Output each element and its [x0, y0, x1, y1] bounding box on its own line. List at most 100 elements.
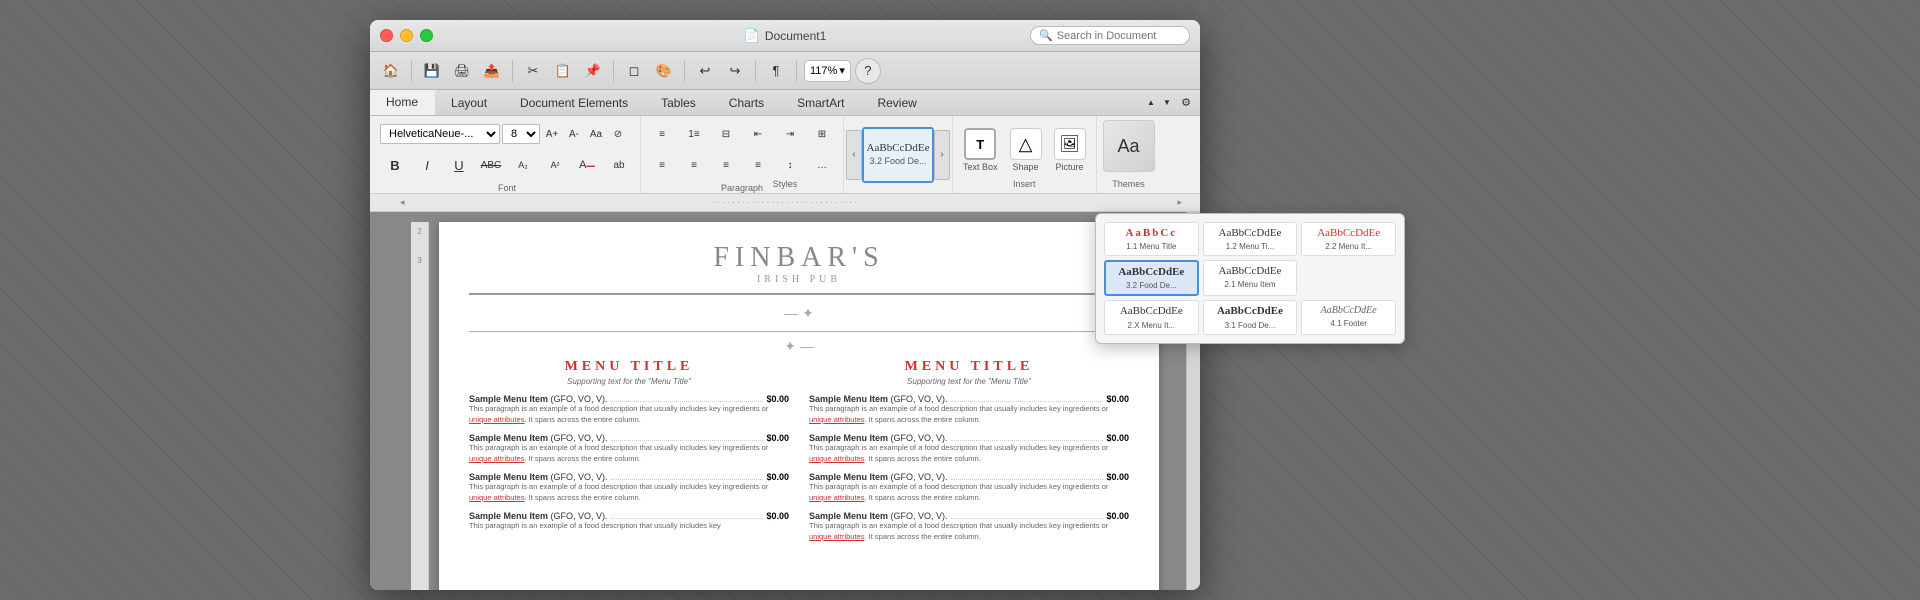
- italic-btn[interactable]: I: [412, 151, 442, 179]
- tab-layout[interactable]: Layout: [435, 90, 504, 115]
- popup-style-menu-ti-2[interactable]: AaBbCcDdEe 1.2 Menu Ti...: [1203, 222, 1298, 256]
- ribbon-scroll-down-btn[interactable]: ▼: [1160, 96, 1174, 110]
- popup-label-menu-title: 1.1 Menu Title: [1109, 242, 1194, 251]
- toolbar-cut-btn[interactable]: ✂: [520, 58, 546, 84]
- columns-btn[interactable]: ⊞: [807, 120, 837, 148]
- popup-preview-menu-title: AaBbCc: [1109, 227, 1194, 240]
- item-desc-left-2: This paragraph is an example of a food d…: [469, 443, 789, 464]
- styles-group-label: Styles: [773, 175, 798, 189]
- superscript-btn[interactable]: A²: [540, 151, 570, 179]
- insert-textbox-btn[interactable]: T Text Box: [959, 126, 1002, 174]
- search-box[interactable]: 🔍: [1030, 26, 1190, 45]
- toolbar-paragraph-btn[interactable]: ¶: [763, 58, 789, 84]
- outline-btn[interactable]: ⊟: [711, 120, 741, 148]
- dots-left-4: [611, 518, 764, 519]
- item-title-right-2: Sample Menu Item (GFO, VO, V).: [809, 433, 948, 443]
- tab-document-elements[interactable]: Document Elements: [504, 90, 645, 115]
- bold-btn[interactable]: B: [380, 151, 410, 179]
- font-clear-btn[interactable]: ⊘: [608, 120, 628, 148]
- menu-item-left-2: Sample Menu Item (GFO, VO, V). $0.00 Thi…: [469, 433, 789, 464]
- popup-preview-menu-item-21: AaBbCcDdEe: [1208, 265, 1293, 278]
- zoom-chevron-icon: ▾: [839, 64, 845, 77]
- toolbar-undo-btn[interactable]: ↩: [692, 58, 718, 84]
- subscript-btn[interactable]: A₂: [508, 151, 538, 179]
- item-title-left-3: Sample Menu Item (GFO, VO, V).: [469, 472, 608, 482]
- popup-style-menu-item-21[interactable]: AaBbCcDdEe 2.1 Menu Item: [1203, 260, 1298, 296]
- font-increase-btn[interactable]: A+: [542, 120, 562, 148]
- tab-tables[interactable]: Tables: [645, 90, 713, 115]
- align-center-btn[interactable]: ≡: [679, 151, 709, 179]
- popup-style-food-de-31[interactable]: AaBbCcDdEe 3.1 Food De...: [1203, 300, 1298, 334]
- dots-left-3: [611, 479, 764, 480]
- font-case-btn[interactable]: Aa: [586, 120, 606, 148]
- styles-next-btn[interactable]: ›: [934, 130, 950, 180]
- title-bar: 📄 Document1 🔍: [370, 20, 1200, 52]
- toolbar-home-btn[interactable]: 🏠: [378, 58, 404, 84]
- toolbar-color-btn[interactable]: 🎨: [651, 58, 677, 84]
- ribbon-group-paragraph: ≡ 1≡ ⊟ ⇤ ⇥ ⊞ ≡ ≡ ≡ ≡ ↕ … Paragraph: [641, 116, 844, 193]
- toolbar-export-btn[interactable]: 📤: [479, 58, 505, 84]
- insert-picture-btn[interactable]: 🖼 Picture: [1050, 126, 1090, 174]
- zoom-dropdown[interactable]: 117% ▾: [804, 60, 851, 82]
- price-line-left-2: Sample Menu Item (GFO, VO, V). $0.00: [469, 433, 789, 443]
- popup-label-food-de-32: 3.2 Food De...: [1110, 281, 1193, 290]
- paper-col-right: MENU TITLE Supporting text for the "Menu…: [809, 359, 1129, 550]
- menu-item-right-4: Sample Menu Item (GFO, VO, V). $0.00 Thi…: [809, 511, 1129, 542]
- shape-label: Shape: [1013, 162, 1039, 172]
- popup-style-menu-title[interactable]: AaBbCc 1.1 Menu Title: [1104, 222, 1199, 256]
- item-title-right-4: Sample Menu Item (GFO, VO, V).: [809, 511, 948, 521]
- toolbar-redo-btn[interactable]: ↪: [722, 58, 748, 84]
- style-preview-1: AaBbCcDdEe: [867, 143, 930, 154]
- justify-btn[interactable]: ≡: [743, 151, 773, 179]
- menu-title-left: MENU TITLE: [469, 359, 789, 375]
- popup-style-food-de-32[interactable]: AaBbCcDdEe 3.2 Food De...: [1104, 260, 1199, 296]
- price-left-2: $0.00: [766, 433, 789, 443]
- toolbar-help-btn[interactable]: ?: [855, 58, 881, 84]
- numbered-list-btn[interactable]: 1≡: [679, 120, 709, 148]
- minimize-button[interactable]: [400, 29, 413, 42]
- indent-increase-btn[interactable]: ⇥: [775, 120, 805, 148]
- align-right-btn[interactable]: ≡: [711, 151, 741, 179]
- bullets-btn[interactable]: ≡: [647, 120, 677, 148]
- toolbar-save-btn[interactable]: 💾: [419, 58, 445, 84]
- maximize-button[interactable]: [420, 29, 433, 42]
- item-title-left-4: Sample Menu Item (GFO, VO, V).: [469, 511, 608, 521]
- font-name-select[interactable]: HelveticaNeue-...: [380, 124, 500, 144]
- toolbar-paste-btn[interactable]: 📌: [580, 58, 606, 84]
- tab-home[interactable]: Home: [370, 90, 435, 115]
- font-color-btn[interactable]: A___: [572, 151, 602, 179]
- insert-shape-btn[interactable]: △ Shape: [1006, 126, 1046, 174]
- strikethrough-btn[interactable]: ABC: [476, 151, 506, 179]
- picture-label: Picture: [1056, 162, 1084, 172]
- toolbar-print-btn[interactable]: 🖨: [449, 58, 475, 84]
- tab-smartart[interactable]: SmartArt: [781, 90, 861, 115]
- styles-prev-btn[interactable]: ‹: [846, 130, 862, 180]
- toolbar-copy-btn[interactable]: 📋: [550, 58, 576, 84]
- style-item-food-de[interactable]: AaBbCcDdEe 3.2 Food De...: [862, 127, 934, 183]
- highlight-btn[interactable]: ab: [604, 151, 634, 179]
- ribbon-scroll-up-btn[interactable]: ▲: [1144, 96, 1158, 110]
- price-line-right-3: Sample Menu Item (GFO, VO, V). $0.00: [809, 472, 1129, 482]
- align-left-btn[interactable]: ≡: [647, 151, 677, 179]
- tab-charts[interactable]: Charts: [713, 90, 781, 115]
- font-decrease-btn[interactable]: A-: [564, 120, 584, 148]
- toolbar-shapes-btn[interactable]: ◻: [621, 58, 647, 84]
- item-desc-right-3: This paragraph is an example of a food d…: [809, 482, 1129, 503]
- close-button[interactable]: [380, 29, 393, 42]
- font-size-select[interactable]: 8: [502, 124, 540, 144]
- search-input[interactable]: [1057, 30, 1177, 42]
- popup-style-menu-it-22[interactable]: AaBbCcDdEe 2.2 Menu It...: [1301, 222, 1396, 256]
- indent-decrease-btn[interactable]: ⇤: [743, 120, 773, 148]
- themes-btn[interactable]: Aa: [1103, 120, 1155, 172]
- paper[interactable]: FINBAR'S IRISH PUB — ✦ —————————————————…: [439, 222, 1159, 590]
- popup-style-footer-41[interactable]: AaBbCcDdEe 4.1 Footer: [1301, 300, 1396, 334]
- toolbar-sep-6: [796, 60, 797, 82]
- popup-style-menu-it-2x[interactable]: AaBbCcDdEe 2.X Menu It...: [1104, 300, 1199, 334]
- ribbon: HelveticaNeue-... 8 A+ A- Aa ⊘ B I U ABC…: [370, 116, 1200, 194]
- menu-item-left-3: Sample Menu Item (GFO, VO, V). $0.00 Thi…: [469, 472, 789, 503]
- ribbon-settings-btn[interactable]: ⚙: [1176, 93, 1196, 113]
- toolbar-sep-4: [684, 60, 685, 82]
- underline-btn[interactable]: U: [444, 151, 474, 179]
- paragraph-more-btn[interactable]: …: [807, 151, 837, 179]
- tab-review[interactable]: Review: [861, 90, 933, 115]
